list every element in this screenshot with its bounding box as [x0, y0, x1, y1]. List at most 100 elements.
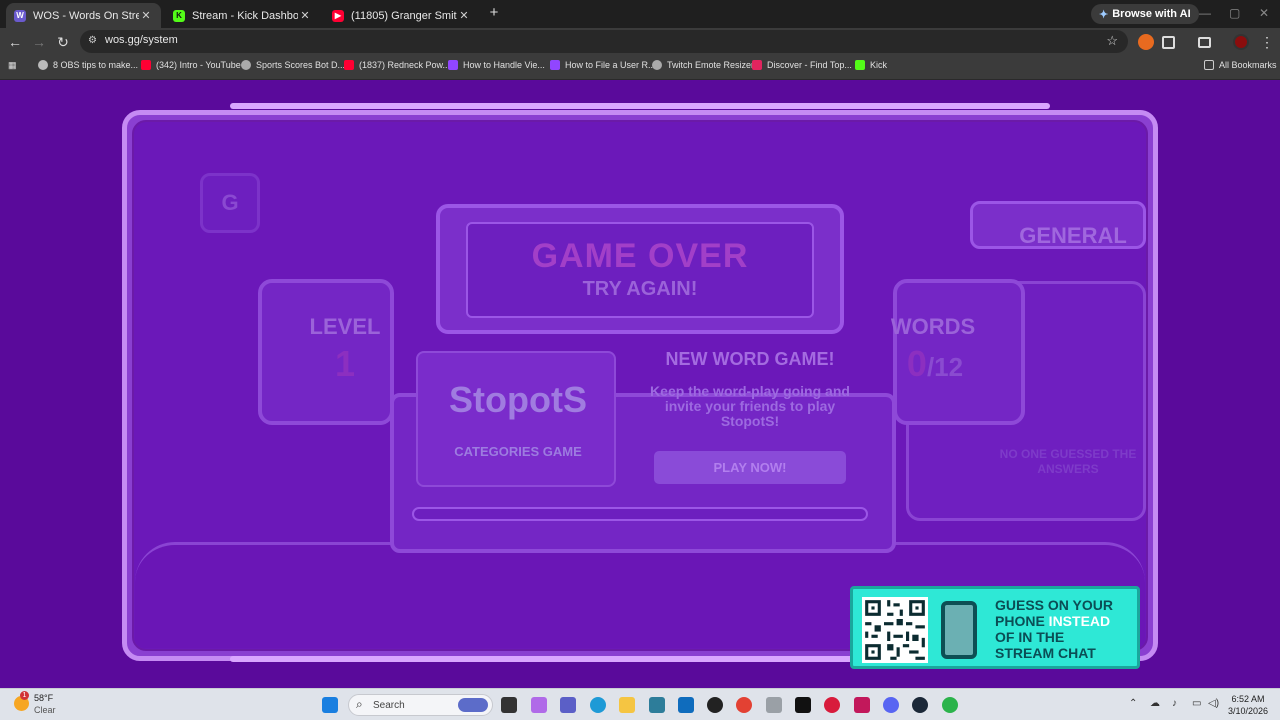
- taskbar-search[interactable]: ⌕ Search: [348, 694, 493, 716]
- stopots-subtitle: CATEGORIES GAME: [454, 444, 582, 459]
- chrome-icon[interactable]: [736, 697, 752, 713]
- browse-with-ai-label: Browse with AI: [1112, 8, 1191, 20]
- copilot-icon[interactable]: [531, 697, 547, 713]
- task-view-icon[interactable]: [501, 697, 517, 713]
- network-icon[interactable]: ▭: [1192, 698, 1201, 709]
- browse-with-ai-button[interactable]: ✦ Browse with AI: [1091, 4, 1199, 24]
- qr-line-3: OF IN THE: [995, 629, 1065, 645]
- steam-icon[interactable]: [912, 697, 928, 713]
- bookmark-star-icon[interactable]: ☆: [1106, 33, 1118, 49]
- timer-bar: [412, 507, 868, 521]
- stopots-card[interactable]: StopotS CATEGORIES GAME: [416, 351, 616, 487]
- extension-icon[interactable]: [1138, 34, 1154, 50]
- url-text: wos.gg/system: [105, 34, 178, 46]
- play-now-button[interactable]: PLAY NOW!: [654, 451, 846, 484]
- bookmark-item[interactable]: Kick: [855, 60, 887, 70]
- discord-icon[interactable]: [883, 697, 899, 713]
- close-tab-icon[interactable]: ✕: [457, 9, 471, 22]
- tab-wos[interactable]: W WOS - Words On Stream ✕: [6, 3, 161, 28]
- new-tab-icon[interactable]: +: [486, 5, 502, 21]
- promo-title: NEW WORD GAME!: [665, 349, 835, 369]
- obs-icon[interactable]: [707, 697, 723, 713]
- bookmark-item[interactable]: Discover - Find Top...: [752, 60, 852, 70]
- xbox-app-icon[interactable]: [942, 697, 958, 713]
- onedrive-icon[interactable]: ☁: [1150, 698, 1160, 709]
- microphone-icon[interactable]: ♪: [1172, 698, 1177, 709]
- extensions-puzzle-icon[interactable]: [1162, 36, 1175, 49]
- bookmark-label: 8 OBS tips to make...: [53, 60, 139, 70]
- reload-icon[interactable]: ↻: [53, 32, 73, 52]
- maximize-icon[interactable]: ▢: [1229, 6, 1240, 20]
- system-clock[interactable]: 6:52 AM 3/10/2026: [1228, 693, 1268, 717]
- side-panel-icon[interactable]: [1198, 37, 1211, 48]
- search-placeholder: Search: [373, 700, 405, 711]
- bookmark-item[interactable]: 8 OBS tips to make...: [38, 60, 138, 70]
- tab-strip: W WOS - Words On Stream ✕ K Stream - Kic…: [0, 0, 1280, 28]
- bookmark-item[interactable]: (342) Intro - YouTube: [141, 60, 241, 70]
- bookmark-item[interactable]: Sports Scores Bot D...: [241, 60, 345, 70]
- notification-badge: 1: [20, 691, 29, 700]
- tab-kick-dashboard[interactable]: K Stream - Kick Dashboard ✕: [165, 3, 320, 28]
- back-icon[interactable]: ←: [5, 32, 25, 52]
- wos-favicon-icon: W: [14, 9, 26, 22]
- bookmark-favicon-icon: [652, 60, 662, 70]
- snipping-tool-icon[interactable]: [766, 697, 782, 713]
- profile-avatar[interactable]: [1233, 34, 1249, 50]
- game-over-title: GAME OVER: [531, 237, 749, 275]
- qr-line-4: STREAM CHAT: [995, 645, 1096, 661]
- outlook-icon[interactable]: [678, 697, 694, 713]
- bookmark-label: (1837) Redneck Pow...: [359, 60, 451, 70]
- audio-app-icon[interactable]: [854, 697, 870, 713]
- forward-icon[interactable]: →: [29, 32, 49, 52]
- tab-title: WOS - Words On Stream: [33, 9, 139, 22]
- teams-icon[interactable]: [560, 697, 576, 713]
- search-highlight-icon: [458, 698, 488, 712]
- terminal-icon[interactable]: [795, 697, 811, 713]
- tray-overflow-icon[interactable]: ⌃: [1129, 698, 1137, 709]
- volume-icon[interactable]: ◁): [1208, 698, 1219, 709]
- qr-banner-text: GUESS ON YOUR PHONE INSTEAD OF IN THE ST…: [995, 597, 1135, 661]
- tab-title: (11805) Granger Smith - That's: [351, 9, 457, 22]
- bookmark-item[interactable]: Twitch Emote Resizer: [652, 60, 754, 70]
- bookmark-item[interactable]: How to Handle Vie...: [448, 60, 545, 70]
- bookmark-favicon-icon: [141, 60, 151, 70]
- all-bookmarks-button[interactable]: All Bookmarks: [1204, 60, 1277, 70]
- site-info-icon[interactable]: ⚙: [88, 35, 100, 47]
- windows-start-icon[interactable]: [322, 697, 338, 713]
- minimize-icon[interactable]: —: [1199, 6, 1211, 20]
- bookmark-label: How to File a User R...: [565, 60, 656, 70]
- letter-tile-label: G: [221, 190, 239, 215]
- close-tab-icon[interactable]: ✕: [139, 9, 153, 22]
- app-icon[interactable]: [824, 697, 840, 713]
- close-window-icon[interactable]: ✕: [1259, 6, 1269, 20]
- bookmark-item[interactable]: (1837) Redneck Pow...: [344, 60, 450, 70]
- search-icon: ⌕: [356, 697, 363, 711]
- apps-grid-icon[interactable]: ▦: [8, 60, 17, 71]
- address-bar[interactable]: ⚙ wos.gg/system ☆: [80, 30, 1128, 53]
- close-tab-icon[interactable]: ✕: [298, 9, 312, 22]
- weather-condition: Clear: [34, 705, 56, 715]
- bookmark-favicon-icon: [855, 60, 865, 70]
- category-label: GENERAL: [1019, 223, 1127, 248]
- answers-status: NO ONE GUESSED THE ANSWERS: [999, 447, 1137, 476]
- phone-icon: [941, 601, 977, 659]
- clock-time: 6:52 AM: [1231, 694, 1265, 704]
- bookmark-favicon-icon: [38, 60, 48, 70]
- bookmark-item[interactable]: How to File a User R...: [550, 60, 656, 70]
- edge-icon[interactable]: [590, 697, 606, 713]
- qr-banner: GUESS ON YOUR PHONE INSTEAD OF IN THE ST…: [850, 586, 1140, 669]
- weather-temp: 58°F: [34, 693, 54, 703]
- store-icon[interactable]: [649, 697, 665, 713]
- frame-rail-top: [230, 103, 1050, 109]
- browser-toolbar: ← → ↻ ⚙ wos.gg/system ☆ ⋮: [0, 28, 1280, 55]
- stopots-logo: StopotS: [449, 379, 587, 420]
- promo-description: Keep the word-play going and invite your…: [650, 383, 850, 429]
- bookmark-label: Sports Scores Bot D...: [256, 60, 346, 70]
- try-again-subtitle: TRY AGAIN!: [582, 278, 698, 300]
- words-count: 0: [906, 343, 927, 384]
- file-explorer-icon[interactable]: [619, 697, 635, 713]
- menu-dots-icon[interactable]: ⋮: [1257, 32, 1277, 52]
- qr-line-2-light: INSTEAD: [1044, 613, 1111, 629]
- tab-youtube[interactable]: ▶ (11805) Granger Smith - That's ✕: [324, 3, 479, 28]
- letter-tile-icon: G: [200, 173, 260, 233]
